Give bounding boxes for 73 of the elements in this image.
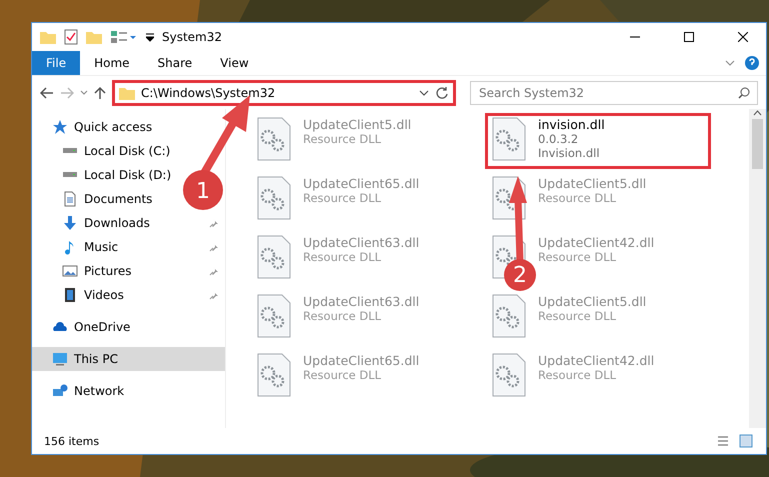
file-description: Resource DLL [538,250,618,264]
sidebar-item[interactable]: Downloads [32,211,225,235]
address-bar[interactable]: C:\Windows\System32 [112,80,456,106]
file-description: Invision.dll [538,146,601,160]
window-title: System32 [162,30,224,44]
file-description: Resource DLL [538,309,618,323]
sidebar-item[interactable]: Music [32,235,225,259]
dropdown-icon[interactable] [146,32,154,42]
folder-icon [40,30,56,44]
monitor-icon [52,351,68,367]
chevron-icon[interactable] [419,88,429,96]
close-icon [738,32,748,42]
item-count: 156 items [44,434,100,448]
pin-icon[interactable] [209,242,219,252]
search-field[interactable]: Search System32 [470,80,758,104]
file-item[interactable]: invision.dll 0.0.3.2 Invision.dll [485,113,711,169]
customize-icon[interactable] [110,30,138,44]
ribbon-tab[interactable]: View [206,51,263,75]
file-description: Resource DLL [538,368,618,382]
up-arrow-icon[interactable] [94,86,106,100]
search-icon[interactable] [738,86,750,98]
sidebar-item[interactable]: Local Disk (D:) [32,163,178,187]
sidebar-item[interactable]: This PC [32,347,225,371]
picture-icon [62,263,78,279]
folder-icon [119,86,135,100]
view-toggle-icon[interactable] [716,434,754,448]
drive-icon [62,172,78,178]
file-description: 0.0.3.2 [538,132,580,146]
dll-file-icon [257,235,291,279]
refresh-icon[interactable] [435,86,449,100]
dll-file-icon [257,294,291,338]
file-description: Resource DLL [303,368,382,382]
maximize-icon [684,32,694,42]
dll-file-icon [492,294,526,338]
sidebar-item[interactable]: Network [32,379,130,403]
sidebar-item[interactable]: Videos [32,283,225,307]
ribbon-tab[interactable]: Home [80,51,144,75]
sidebar-item[interactable]: Documents [32,187,158,211]
callout-number: 2 [513,263,527,288]
dll-file-icon [492,117,526,161]
dll-file-icon [492,353,526,397]
sidebar-item[interactable]: Quick access [32,115,158,139]
dll-file-icon [257,176,291,220]
scrollbar[interactable] [749,109,766,428]
pin-icon[interactable] [209,218,219,228]
file-description: Resource DLL [303,309,382,323]
callout-number: 1 [196,179,210,204]
folder-icon [86,30,102,44]
file-description: Resource DLL [538,191,618,205]
file-description: Resource DLL [303,132,382,146]
dll-file-icon [257,353,291,397]
minimize-icon [630,36,640,38]
file-name[interactable]: invision.dll [538,117,605,132]
scroll-up-icon[interactable] [753,109,762,117]
dll-file-icon [257,117,291,161]
down-arrow-icon [62,215,78,231]
ribbon-tab[interactable]: File [32,51,80,75]
scrollbar-thumb[interactable] [752,119,763,169]
pin-icon[interactable] [209,290,219,300]
sidebar-item[interactable]: OneDrive [32,315,136,339]
sidebar-item[interactable]: Pictures [32,259,225,283]
file-description: Resource DLL [303,191,382,205]
drive-icon [62,148,78,154]
film-icon [62,287,78,303]
sidebar-item[interactable]: Local Disk (C:) [32,139,176,163]
properties-icon[interactable] [64,29,78,45]
ribbon-tab[interactable]: Share [144,51,206,75]
star-icon [52,119,68,135]
pin-icon[interactable] [209,266,219,276]
file-description: Resource DLL [303,250,382,264]
network-icon [52,383,68,399]
document-icon [62,191,78,207]
back-icon[interactable] [40,86,54,98]
